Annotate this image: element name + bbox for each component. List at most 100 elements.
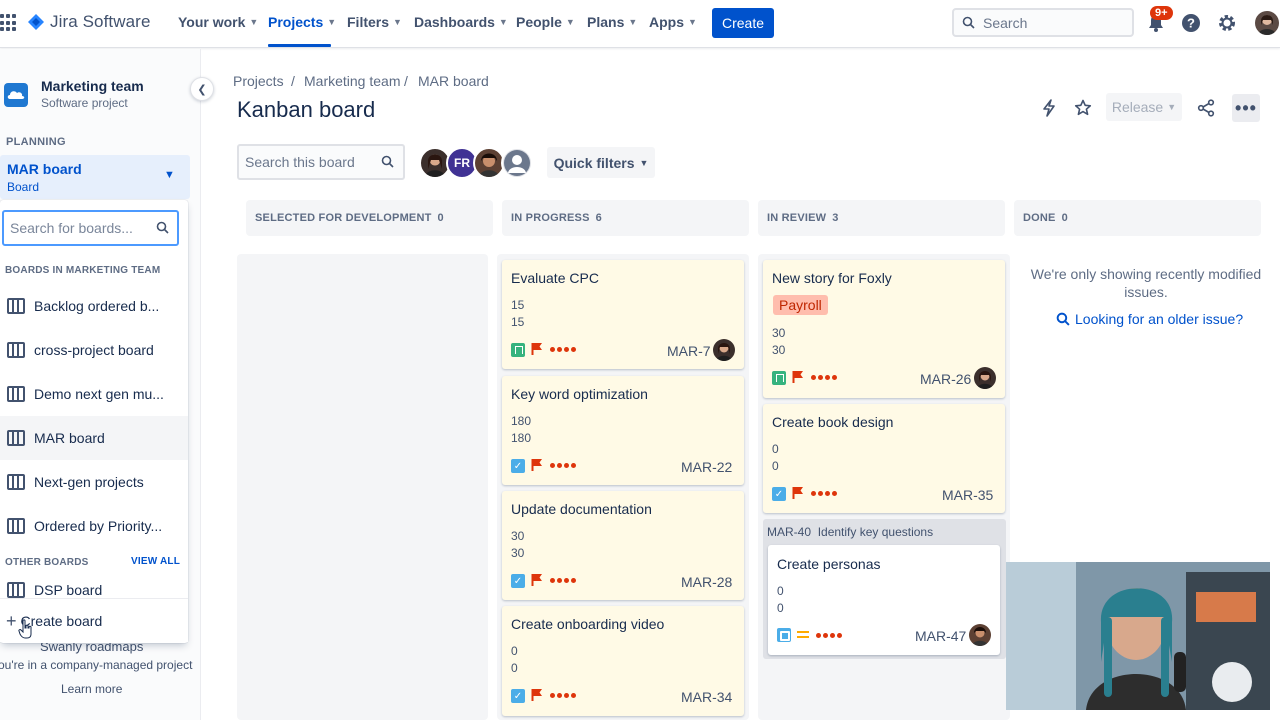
chevron-down-icon: ▼ bbox=[565, 17, 575, 27]
global-search-input[interactable]: Search bbox=[952, 8, 1134, 37]
issue-key[interactable]: MAR-7 bbox=[667, 343, 711, 359]
board-search-input[interactable]: Search for boards... bbox=[2, 210, 179, 246]
project-name[interactable]: Marketing team bbox=[41, 78, 144, 94]
jira-logo[interactable]: Jira Software bbox=[28, 12, 151, 32]
priority-highest-icon bbox=[816, 633, 842, 638]
star-icon[interactable] bbox=[1073, 98, 1093, 118]
nav-label: Dashboards bbox=[414, 14, 495, 30]
card-remaining: 15 bbox=[511, 315, 525, 329]
search-icon bbox=[1056, 312, 1070, 326]
quick-filters-dropdown[interactable]: Quick filters ▼ bbox=[547, 147, 655, 178]
nav-label: Projects bbox=[268, 14, 324, 30]
nav-apps[interactable]: Apps ▼ bbox=[649, 14, 697, 30]
collapse-sidebar-button[interactable]: ❮ bbox=[190, 77, 214, 101]
story-type-icon bbox=[511, 343, 525, 357]
card-remaining: 180 bbox=[511, 431, 532, 445]
column-header-in-review: IN REVIEW 3 bbox=[758, 200, 1005, 236]
user-avatar[interactable] bbox=[1255, 11, 1279, 35]
column-count: 0 bbox=[1061, 212, 1068, 224]
older-issue-link[interactable]: Looking for an older issue? bbox=[1056, 311, 1243, 327]
board-icon bbox=[7, 582, 25, 598]
priority-highest-icon bbox=[550, 693, 576, 698]
board-search-field[interactable]: Search this board bbox=[237, 144, 405, 180]
board-option-selected[interactable]: MAR board bbox=[0, 416, 188, 460]
column-header-in-progress: IN PROGRESS 6 bbox=[502, 200, 749, 236]
lightning-icon[interactable] bbox=[1039, 98, 1059, 118]
issue-key[interactable]: MAR-26 bbox=[920, 371, 971, 387]
board-option[interactable]: DSP board bbox=[0, 568, 188, 602]
chevron-left-icon: ❮ bbox=[197, 83, 207, 96]
release-button[interactable]: Release ▼ bbox=[1106, 93, 1182, 121]
breadcrumb-project[interactable]: Marketing team bbox=[304, 73, 400, 89]
chevron-down-icon: ▼ bbox=[249, 17, 259, 27]
board-icon bbox=[7, 430, 25, 446]
chevron-down-icon: ▼ bbox=[688, 17, 697, 27]
card-title: Create personas bbox=[777, 556, 881, 572]
board-icon bbox=[7, 298, 25, 314]
nav-plans[interactable]: Plans ▼ bbox=[587, 14, 637, 30]
breadcrumb-projects[interactable]: Projects bbox=[233, 73, 284, 89]
unassigned-avatar[interactable] bbox=[501, 147, 533, 179]
share-icon[interactable] bbox=[1196, 98, 1216, 118]
issue-key[interactable]: MAR-28 bbox=[681, 574, 732, 590]
column-count: 6 bbox=[595, 212, 602, 224]
nav-filters[interactable]: Filters ▼ bbox=[347, 14, 402, 30]
issue-card[interactable]: Update documentation 30 30 ✓ MAR-28 bbox=[502, 491, 744, 600]
nav-your-work[interactable]: Your work ▼ bbox=[178, 14, 258, 30]
create-button[interactable]: Create bbox=[712, 8, 774, 38]
issue-key[interactable]: MAR-22 bbox=[681, 459, 732, 475]
board-switcher-dropdown: Search for boards... BOARDS IN MARKETING… bbox=[0, 200, 188, 643]
board-option-label: DSP board bbox=[34, 582, 103, 598]
column-count: 3 bbox=[832, 212, 839, 224]
nav-dashboards[interactable]: Dashboards ▼ bbox=[414, 14, 508, 30]
assignee-avatar[interactable] bbox=[969, 624, 991, 646]
issue-card[interactable]: Create book design 0 0 ✓ MAR-35 bbox=[763, 404, 1005, 513]
card-title: Evaluate CPC bbox=[511, 270, 599, 286]
boards-heading: BOARDS IN MARKETING TEAM bbox=[5, 265, 161, 276]
breadcrumb-board[interactable]: MAR board bbox=[418, 73, 489, 89]
search-icon bbox=[156, 221, 169, 234]
board-option[interactable]: Backlog ordered b... bbox=[0, 284, 188, 328]
issue-key[interactable]: MAR-47 bbox=[915, 628, 966, 644]
chevron-down-icon: ▼ bbox=[393, 17, 402, 27]
view-all-link[interactable]: VIEW ALL bbox=[131, 556, 180, 567]
parent-issue-label[interactable]: MAR-40 Identify key questions bbox=[767, 525, 933, 539]
company-managed-message: ou're in a company-managed project bbox=[0, 658, 193, 672]
board-option[interactable]: cross-project board bbox=[0, 328, 188, 372]
task-type-icon: ✓ bbox=[511, 689, 525, 703]
settings-gear-icon[interactable] bbox=[1216, 12, 1238, 34]
board-selector[interactable]: MAR board Board ▼ bbox=[0, 155, 190, 199]
issue-card[interactable]: Key word optimization 180 180 ✓ MAR-22 bbox=[502, 376, 744, 485]
assignee-avatar[interactable] bbox=[974, 367, 996, 389]
other-boards-heading: OTHER BOARDS bbox=[5, 557, 89, 568]
help-icon[interactable]: ? bbox=[1180, 12, 1202, 34]
card-title: Create onboarding video bbox=[511, 616, 665, 632]
issue-card[interactable]: New story for Foxly Payroll 30 30 MAR-26 bbox=[763, 260, 1005, 398]
board-option[interactable]: Demo next gen mu... bbox=[0, 372, 188, 416]
done-empty-message: We're only showing recently modified iss… bbox=[1030, 266, 1262, 300]
app-switcher-icon[interactable] bbox=[0, 14, 16, 32]
issue-key[interactable]: MAR-34 bbox=[681, 689, 732, 705]
column-name: IN REVIEW bbox=[767, 212, 827, 224]
nav-label: Apps bbox=[649, 14, 684, 30]
webcam-overlay bbox=[1006, 562, 1270, 710]
card-remaining: 0 bbox=[777, 601, 784, 615]
quick-filters-label: Quick filters bbox=[553, 154, 635, 171]
label-badge: Payroll bbox=[773, 295, 828, 315]
nav-people[interactable]: People ▼ bbox=[516, 14, 575, 30]
assignee-avatar[interactable] bbox=[713, 339, 735, 361]
board-option[interactable]: Next-gen projects bbox=[0, 460, 188, 504]
active-nav-indicator bbox=[268, 44, 331, 47]
learn-more-link[interactable]: Learn more bbox=[61, 682, 122, 696]
subtask-card[interactable]: Create personas 0 0 MAR-47 bbox=[768, 545, 1000, 655]
board-option[interactable]: Ordered by Priority... bbox=[0, 504, 188, 548]
breadcrumb-separator: / bbox=[404, 73, 408, 89]
issue-card[interactable]: Evaluate CPC 15 15 MAR-7 bbox=[502, 260, 744, 369]
search-placeholder: Search bbox=[983, 14, 1028, 31]
issue-key[interactable]: MAR-35 bbox=[942, 487, 993, 503]
nav-label: Your work bbox=[178, 14, 246, 30]
issue-card[interactable]: Create onboarding video 0 0 ✓ MAR-34 bbox=[502, 606, 744, 716]
more-actions-button[interactable]: ••• bbox=[1232, 94, 1260, 122]
column-selected-for-development bbox=[237, 254, 488, 720]
nav-projects[interactable]: Projects ▼ bbox=[268, 14, 336, 30]
